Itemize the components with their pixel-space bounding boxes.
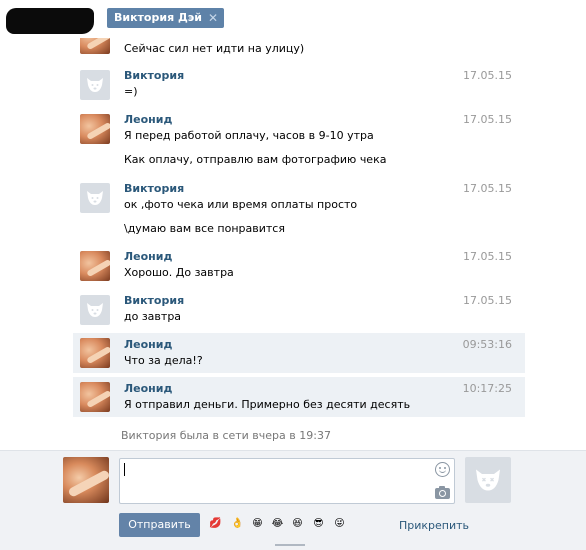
author-name[interactable]: Виктория [124,294,184,307]
message-time: 17.05.15 [463,250,512,263]
avatar[interactable] [80,382,110,412]
avatar[interactable] [80,183,110,213]
smile-icon[interactable] [435,462,450,477]
message-item: Леонид 10:17:25 Я отправил деньги. Приме… [73,377,525,417]
resize-handle[interactable] [275,544,305,546]
message-history[interactable]: Сейчас сил нет идти на улицу) Виктория 1… [73,38,531,450]
dog-icon [87,78,103,92]
chat-tab-title: Виктория Дэй [114,11,202,24]
message-item: Виктория 17.05.15 =) [73,64,525,102]
message-text: до завтра [124,310,182,323]
emoji-ok-icon[interactable]: 👌 [230,516,245,531]
message-time: 17.05.15 [463,69,512,82]
emoji-wink-tongue-icon[interactable]: 😜 [332,516,347,531]
message-item: Сейчас сил нет идти на улицу) [73,38,525,58]
message-text: Я отправил деньги. Примерно без десяти д… [124,398,411,411]
message-item: Виктория 17.05.15 ок ,фото чека или врем… [73,177,525,237]
message-text: Что за дела!? [124,354,203,367]
send-button[interactable]: Отправить [119,513,200,537]
message-item: Леонид 17.05.15 Я перед работой оплачу, … [73,108,525,168]
message-time: 17.05.15 [463,182,512,195]
message-time: 09:53:16 [462,338,512,351]
message-text: Сейчас сил нет идти на улицу) [124,42,305,55]
avatar[interactable] [80,70,110,100]
author-name[interactable]: Леонид [124,250,172,263]
message-item: Леонид 09:53:16 Что за дела!? [73,333,525,373]
message-time: 10:17:25 [462,382,512,395]
author-name[interactable]: Леонид [124,113,172,126]
top-bar: Виктория Дэй ✕ [0,0,586,38]
message-time: 17.05.15 [463,294,512,307]
emoji-laugh-icon[interactable]: 😆 [290,516,305,531]
redacted-block [6,8,94,34]
emoji-sunglasses-icon[interactable]: 😎 [311,516,326,531]
author-name[interactable]: Леонид [124,338,172,351]
emoji-grin-icon[interactable]: 😁 [250,516,265,531]
camera-icon[interactable] [435,486,450,499]
chat-tab[interactable]: Виктория Дэй ✕ [107,8,224,28]
peer-avatar[interactable] [465,457,511,503]
avatar[interactable] [80,114,110,144]
attach-link[interactable]: Прикрепить [399,519,469,532]
message-item: Виктория 17.05.15 до завтра [73,289,525,329]
message-text: Хорошо. До завтра [124,266,234,279]
my-avatar[interactable] [63,457,109,503]
message-input[interactable] [119,458,455,504]
author-name[interactable]: Виктория [124,182,184,195]
avatar[interactable] [80,251,110,281]
avatar[interactable] [80,38,110,54]
dog-icon [87,303,103,317]
author-name[interactable]: Леонид [124,382,172,395]
close-icon[interactable]: ✕ [208,8,218,28]
message-text: =) [124,85,138,98]
message-item: Леонид 17.05.15 Хорошо. До завтра [73,245,525,285]
dog-icon [476,469,500,491]
message-time: 17.05.15 [463,113,512,126]
last-seen-status: Виктория была в сети вчера в 19:37 [121,429,331,442]
message-text: \думаю вам все понравится [124,222,285,235]
emoji-tears-of-joy-icon[interactable]: 😂 [270,516,285,531]
dog-icon [87,191,103,205]
message-text: Как оплачу, отправлю вам фотографию чека [124,153,387,166]
text-caret [124,463,125,476]
emoji-kiss-icon[interactable]: 💋 [208,516,223,531]
message-text: Я перед работой оплачу, часов в 9-10 утр… [124,129,374,142]
message-text: ок ,фото чека или время оплаты просто [124,198,358,211]
avatar[interactable] [80,338,110,368]
author-name[interactable]: Виктория [124,69,184,82]
avatar[interactable] [80,295,110,325]
